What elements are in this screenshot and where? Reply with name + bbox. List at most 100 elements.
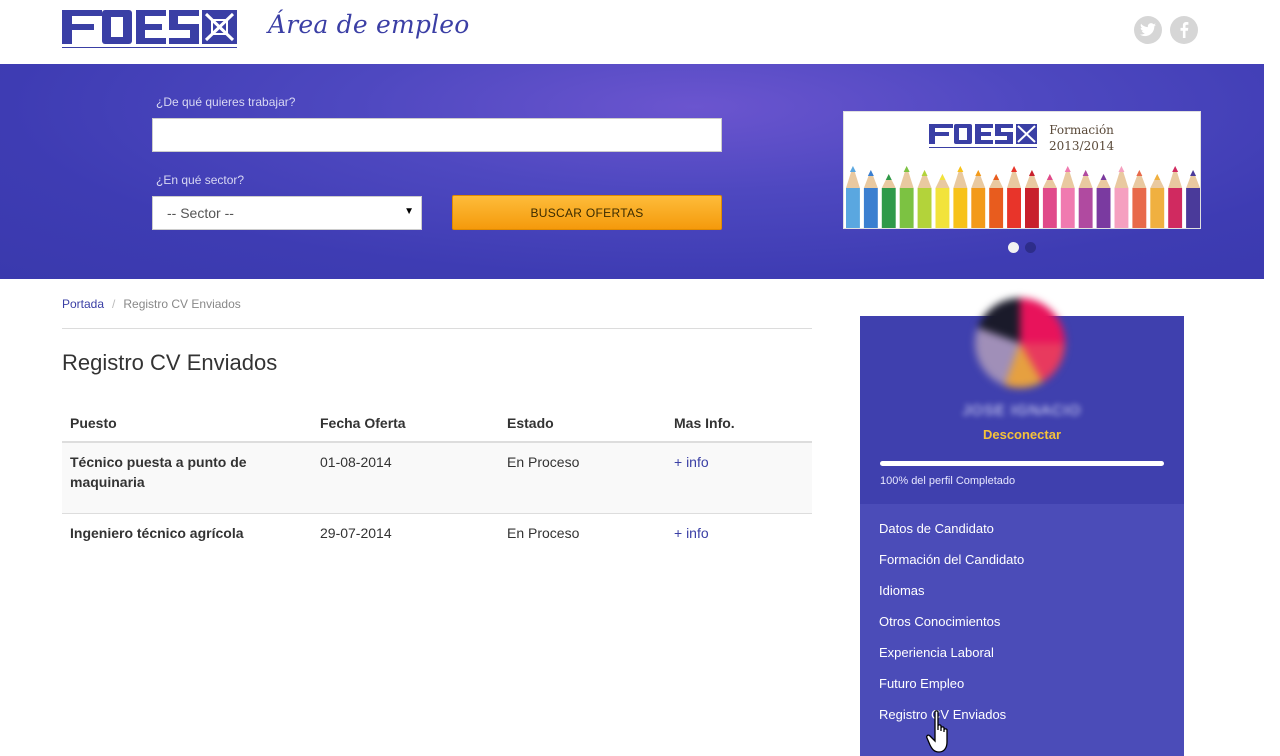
column-header-fecha: Fecha Oferta bbox=[312, 402, 499, 443]
profile-progress-fill bbox=[880, 461, 1164, 466]
cell-info: + info bbox=[666, 442, 812, 514]
pencil-lead bbox=[1100, 174, 1107, 180]
pencil-body bbox=[1096, 188, 1111, 228]
divider bbox=[62, 328, 812, 329]
area-title: Área de empleo bbox=[268, 10, 470, 39]
pencil-lead bbox=[1064, 166, 1071, 172]
pencil-lead bbox=[885, 174, 892, 180]
pencil-lead bbox=[1118, 166, 1125, 172]
pencil-lead bbox=[849, 166, 856, 172]
pencil-body bbox=[1132, 188, 1147, 228]
avatar bbox=[975, 298, 1065, 388]
facebook-icon[interactable] bbox=[1170, 16, 1198, 44]
pencil-lead bbox=[957, 166, 964, 172]
pencil-lead bbox=[1154, 174, 1161, 180]
pencil-lead bbox=[993, 174, 1000, 180]
pencil-lead bbox=[903, 166, 910, 172]
table-header-row: Puesto Fecha Oferta Estado Mas Info. bbox=[62, 402, 812, 443]
breadcrumb-separator: / bbox=[112, 297, 116, 311]
cell-estado: En Proceso bbox=[507, 524, 580, 541]
logout-link[interactable]: Desconectar bbox=[860, 427, 1184, 442]
breadcrumb-home-link[interactable]: Portada bbox=[62, 297, 104, 311]
pencil-lead bbox=[1136, 170, 1143, 176]
search-hero: ¿De qué quieres trabajar? ¿En qué sector… bbox=[0, 64, 1264, 279]
cell-estado: En Proceso bbox=[499, 442, 666, 514]
pencil-body bbox=[935, 188, 950, 228]
sidebar-item-datos[interactable]: Datos de Candidato bbox=[879, 520, 1024, 551]
carousel-dot-2[interactable] bbox=[1025, 242, 1036, 253]
banner-text: Formación 2013/2014 bbox=[1049, 122, 1114, 154]
pencil-lead bbox=[1082, 170, 1089, 176]
sector-label: ¿En qué sector? bbox=[156, 173, 245, 187]
pencil-body bbox=[989, 188, 1004, 228]
pencil-body bbox=[863, 188, 878, 228]
twitter-icon[interactable] bbox=[1134, 16, 1162, 44]
hand-cursor-icon bbox=[926, 710, 948, 753]
sidebar-item-formacion[interactable]: Formación del Candidato bbox=[879, 551, 1024, 582]
cv-sent-table: Puesto Fecha Oferta Estado Mas Info. Téc… bbox=[62, 402, 812, 573]
pencil-lead bbox=[1190, 170, 1197, 176]
foes-logo[interactable] bbox=[62, 10, 237, 53]
sidebar-menu: Datos de Candidato Formación del Candida… bbox=[879, 520, 1024, 737]
job-search-input[interactable] bbox=[152, 118, 722, 152]
pencil-lead bbox=[1046, 174, 1053, 180]
pencil-body bbox=[917, 188, 932, 228]
sector-select[interactable]: -- Sector -- ▼ bbox=[152, 196, 422, 230]
pencil-body bbox=[1168, 188, 1183, 228]
more-info-link[interactable]: + info bbox=[674, 525, 709, 541]
pencil-body bbox=[1078, 188, 1093, 228]
table-row: Ingeniero técnico agrícola 29-07-2014 En… bbox=[62, 513, 812, 573]
banner-years: 2013/2014 bbox=[1049, 139, 1115, 153]
sidebar-item-idiomas[interactable]: Idiomas bbox=[879, 582, 1024, 613]
pencil-body bbox=[953, 188, 968, 228]
column-header-puesto: Puesto bbox=[62, 402, 312, 443]
more-info-link[interactable]: + info bbox=[674, 454, 709, 470]
pencil-body bbox=[881, 188, 896, 228]
cell-puesto: Ingeniero técnico agrícola bbox=[70, 524, 244, 541]
pencil-body bbox=[1114, 188, 1129, 228]
pencil-lead bbox=[939, 174, 946, 180]
table-row: Técnico puesta a punto de maquinaria 01-… bbox=[62, 442, 812, 514]
column-header-estado: Estado bbox=[499, 402, 666, 443]
training-banner[interactable]: Formación 2013/2014 bbox=[843, 111, 1201, 229]
banner-title: Formación bbox=[1049, 123, 1114, 137]
cell-fecha: 01-08-2014 bbox=[312, 442, 499, 514]
candidate-sidebar: JOSE IGNACIO Desconectar 100% del perfil… bbox=[860, 298, 1184, 756]
pencil-lead bbox=[1011, 166, 1018, 172]
pencil-body bbox=[899, 188, 914, 228]
profile-progress-label: 100% del perfil Completado bbox=[880, 475, 1016, 487]
breadcrumb-current: Registro CV Enviados bbox=[123, 297, 241, 311]
colored-pencils-illustration bbox=[846, 166, 1200, 228]
pencil-body bbox=[1042, 188, 1057, 228]
carousel-dots bbox=[1008, 242, 1036, 253]
profile-panel: JOSE IGNACIO Desconectar 100% del perfil… bbox=[860, 298, 1184, 504]
banner-foes-logo bbox=[929, 124, 1037, 148]
sidebar-item-otros-conocimientos[interactable]: Otros Conocimientos bbox=[879, 613, 1024, 644]
user-name: JOSE IGNACIO bbox=[962, 402, 1082, 419]
dropdown-arrow-icon: ▼ bbox=[404, 206, 414, 217]
page-title: Registro CV Enviados bbox=[62, 350, 278, 375]
profile-progress-bar bbox=[880, 461, 1164, 466]
cell-info: + info bbox=[666, 513, 812, 573]
job-label: ¿De qué quieres trabajar? bbox=[156, 95, 296, 109]
search-offers-button[interactable]: BUSCAR OFERTAS bbox=[452, 195, 722, 230]
sidebar-item-futuro-empleo[interactable]: Futuro Empleo bbox=[879, 675, 1024, 706]
breadcrumb: Portada / Registro CV Enviados bbox=[62, 297, 241, 311]
pencil-body bbox=[971, 188, 986, 228]
pencil-lead bbox=[867, 170, 874, 176]
pencil-lead bbox=[921, 170, 928, 176]
pencil-body bbox=[1150, 188, 1165, 228]
pencil-lead bbox=[1172, 166, 1179, 172]
carousel-dot-1[interactable] bbox=[1008, 242, 1019, 253]
pencil-body bbox=[1007, 188, 1021, 228]
pencil-body bbox=[1186, 188, 1200, 228]
sidebar-item-experiencia[interactable]: Experiencia Laboral bbox=[879, 644, 1024, 675]
pencil-lead bbox=[1028, 170, 1035, 176]
pencil-lead bbox=[975, 170, 982, 176]
site-header: Área de empleo bbox=[0, 0, 1264, 64]
cell-puesto: Técnico puesta a punto de maquinaria bbox=[62, 442, 312, 514]
cell-fecha: 29-07-2014 bbox=[320, 524, 392, 541]
column-header-info: Mas Info. bbox=[666, 402, 812, 443]
sector-selected-value: -- Sector -- bbox=[167, 205, 234, 221]
pencil-body bbox=[1060, 188, 1075, 228]
